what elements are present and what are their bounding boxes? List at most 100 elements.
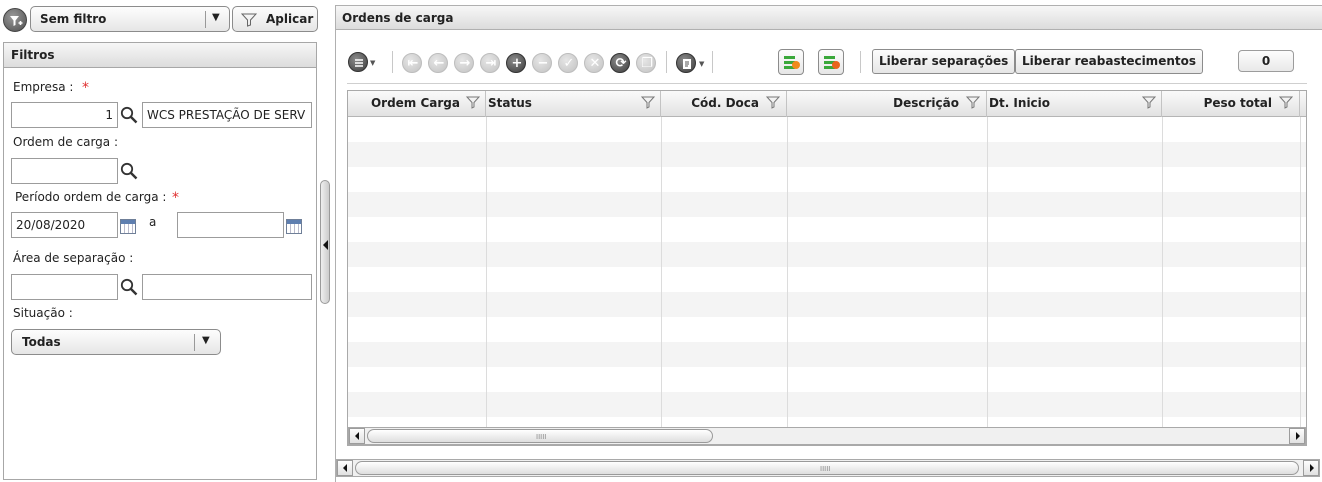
scroll-right-button[interactable] [1289, 428, 1305, 444]
next-record-button[interactable]: → [454, 53, 474, 73]
filter-menu-button[interactable] [3, 8, 27, 32]
column-header-label: Cód. Doca [691, 96, 759, 110]
scroll-right-button[interactable] [1303, 460, 1319, 476]
column-header-label: Peso total [1203, 96, 1272, 110]
orange-action-button[interactable] [778, 49, 804, 75]
ordem-carga-search-icon[interactable] [120, 162, 138, 180]
column-divider [1162, 117, 1163, 429]
menu-icon [348, 52, 368, 72]
main-horizontal-scrollbar[interactable]: IIIII [336, 459, 1320, 477]
toolbar-divider [666, 51, 667, 73]
column-header-status[interactable]: Status [486, 91, 661, 117]
previous-record-button[interactable]: ← [428, 53, 448, 73]
grid-horizontal-scrollbar[interactable]: IIIII [348, 427, 1306, 445]
column-header-cod-doca[interactable]: Cód. Doca [661, 91, 787, 117]
green-action-button[interactable] [818, 49, 844, 75]
periodo-required-mark: * [172, 190, 179, 206]
grip-icon: IIIII [820, 465, 831, 473]
column-header-peso-total[interactable]: Peso total [1162, 91, 1300, 117]
close-icon: ✕ [589, 56, 601, 71]
periodo-label: Período ordem de carga : [15, 190, 167, 204]
confirm-button[interactable]: ✓ [558, 53, 578, 73]
area-separacao-search-icon[interactable] [120, 278, 138, 296]
collapse-left-icon[interactable] [323, 240, 328, 250]
filter-menu-icon [10, 16, 23, 26]
remove-button[interactable]: − [532, 53, 552, 73]
add-button[interactable]: + [506, 53, 526, 73]
column-header-label: Status [488, 96, 532, 110]
filters-panel: Filtros Empresa : * 1 WCS PRESTAÇÃO DE S… [3, 42, 317, 480]
situacao-value: Todas [22, 335, 61, 349]
empresa-code-value: 1 [105, 108, 113, 122]
periodo-start-value: 20/08/2020 [16, 218, 86, 232]
orange-list-icon [784, 56, 800, 69]
refresh-button[interactable]: ⟳ [610, 53, 630, 73]
funnel-icon[interactable] [1142, 96, 1156, 109]
arrow-left-icon [343, 464, 347, 472]
empresa-name-input[interactable]: WCS PRESTAÇÃO DE SERV [142, 102, 312, 128]
column-header-descricao[interactable]: Descrição [787, 91, 987, 117]
scroll-left-button[interactable] [349, 428, 365, 444]
chevron-down-icon: ▼ [212, 12, 220, 23]
copy-button[interactable]: ❐ [636, 53, 656, 73]
situacao-select[interactable]: Todas ▼ [11, 329, 221, 355]
main-panel-header: Ordens de carga [335, 5, 1322, 30]
liberar-separacoes-button[interactable]: Liberar separações [872, 49, 1016, 74]
first-record-button[interactable]: ⇤ [402, 53, 422, 73]
orders-grid: Ordem Carga Status Cód. Doca Descrição D… [347, 90, 1307, 446]
green-list-icon [824, 56, 840, 69]
arrow-left-icon [355, 432, 359, 440]
toolbar-underline [347, 83, 1307, 84]
column-header-dt-inicio[interactable]: Dt. Inicio [987, 91, 1162, 117]
saved-filter-select[interactable]: Sem filtro ▼ [30, 6, 230, 32]
column-header-ordem-carga[interactable]: Ordem Carga [348, 91, 486, 117]
funnel-icon[interactable] [641, 96, 655, 109]
refresh-icon: ⟳ [615, 56, 627, 71]
arrow-right-icon [1310, 464, 1314, 472]
periodo-end-calendar-icon[interactable] [286, 219, 302, 234]
select-divider [205, 11, 206, 28]
copy-icon: ❐ [641, 56, 653, 71]
scroll-thumb[interactable]: IIIII [367, 429, 713, 443]
column-divider [987, 117, 988, 429]
funnel-icon[interactable] [1279, 96, 1293, 109]
liberar-reabastecimentos-button[interactable]: Liberar reabastecimentos [1015, 49, 1203, 74]
column-divider [486, 117, 487, 429]
toolbar-divider [712, 51, 713, 73]
report-menu-button[interactable]: ▼ [676, 53, 708, 75]
arrow-right-icon: → [459, 56, 471, 71]
empresa-required-mark: * [82, 80, 89, 96]
toolbar-divider [860, 51, 861, 73]
apply-filter-button[interactable]: Aplicar [232, 6, 318, 32]
ordem-carga-input[interactable] [11, 158, 118, 184]
cancel-button[interactable]: ✕ [584, 53, 604, 73]
check-icon: ✓ [563, 56, 575, 71]
column-divider [1300, 117, 1301, 429]
funnel-icon[interactable] [466, 96, 480, 109]
column-header-label: Descrição [893, 96, 959, 110]
plus-icon: + [511, 56, 523, 71]
periodo-start-calendar-icon[interactable] [120, 219, 136, 234]
area-separacao-code-input[interactable] [11, 274, 118, 300]
column-divider [661, 117, 662, 429]
apply-filter-label: Aplicar [266, 12, 314, 26]
funnel-icon[interactable] [766, 96, 780, 109]
periodo-end-input[interactable] [177, 212, 284, 238]
actions-menu-button[interactable]: ▼ [348, 52, 378, 74]
scroll-thumb[interactable]: IIIII [355, 461, 1299, 475]
record-counter: 0 [1238, 50, 1294, 72]
last-record-button[interactable]: ⇥ [480, 53, 500, 73]
empresa-search-icon[interactable] [120, 106, 138, 124]
chevron-down-icon: ▼ [202, 335, 210, 346]
last-record-icon: ⇥ [485, 56, 497, 71]
column-header-label: Dt. Inicio [989, 96, 1051, 110]
report-icon [676, 53, 696, 73]
periodo-start-input[interactable]: 20/08/2020 [11, 212, 118, 238]
empresa-code-input[interactable]: 1 [11, 102, 118, 128]
scroll-left-button[interactable] [337, 460, 353, 476]
area-separacao-name-input[interactable] [142, 274, 312, 300]
funnel-icon[interactable] [966, 96, 980, 109]
empresa-label: Empresa : [13, 80, 74, 94]
area-separacao-label: Área de separação : [13, 251, 134, 265]
minus-icon: − [537, 56, 549, 71]
